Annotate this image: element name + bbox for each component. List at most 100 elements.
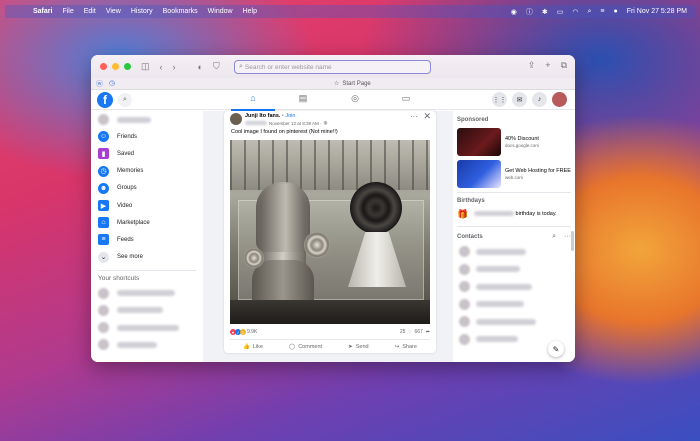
gaming-tab-icon[interactable]: ▭ [398,93,414,107]
battery-icon[interactable]: ▭ [557,8,564,16]
marketplace-tab-icon[interactable]: ▤ [295,93,311,107]
new-tab-icon[interactable]: + [545,60,550,71]
contact-item[interactable] [453,278,575,296]
menu-bookmarks[interactable]: Bookmarks [163,8,198,15]
gift-icon: 🎁 [457,209,469,219]
contact-item[interactable] [453,261,575,279]
ad-item[interactable]: Get Web Hosting for FREE web.com [453,158,575,190]
shield-icon[interactable]: ⛉ [213,61,220,72]
minimize-window-button[interactable] [112,63,119,70]
sidebar-item-memories[interactable]: ◷ Memories [91,163,203,180]
menu-file[interactable]: File [62,8,73,15]
profile-name-blurred [117,116,151,123]
messenger-icon[interactable]: ✉ [512,92,527,107]
reaction-icons[interactable]: ♥ ✓ ☺ [230,329,246,335]
shortcut-item[interactable] [91,302,203,319]
ad-image [457,128,501,156]
shortcut-item[interactable] [91,336,203,353]
shortcut-item[interactable] [91,319,203,336]
post-timestamp[interactable]: November 12 at 8:38 AM · [269,121,322,126]
sidebar-item-see-more[interactable]: ⌄ See more [91,249,203,266]
share-icon[interactable]: ⇪ [528,60,536,71]
sidebar-item-groups[interactable]: ☻ Groups [91,180,203,197]
sidebar-icon[interactable]: ◫ [141,61,150,72]
menu-edit[interactable]: Edit [84,8,96,15]
start-page-tab[interactable]: ☆ Start Page [334,80,371,88]
join-link[interactable]: Join [285,113,295,119]
comment-label: Comment [298,343,323,350]
facebook-logo-icon[interactable]: f [97,92,113,108]
ad-item[interactable]: 40% Discount docs.google.com [453,126,575,158]
clock-icon: ◷ [98,165,109,177]
sidebar-item-video[interactable]: ▶ Video [91,197,203,214]
close-window-button[interactable] [100,63,107,70]
share-arrow-icon: ➦ [425,329,430,335]
share-count[interactable]: 667 [414,329,422,335]
birthday-text-wrap: birthday is today. [474,210,557,218]
shortcut-name-blurred [117,324,179,331]
group-avatar[interactable] [230,113,242,125]
sidebar-item-marketplace[interactable]: ⌂ Marketplace [91,214,203,231]
close-icon[interactable]: ✕ [423,111,431,122]
profile-row[interactable] [91,111,203,128]
post-image[interactable] [230,140,430,324]
haha-icon: ☺ [240,329,246,335]
contact-item[interactable] [453,296,575,314]
search-icon[interactable]: ⌕ [587,8,591,16]
bluetooth-icon[interactable]: ✱ [542,8,548,16]
facebook-search-button[interactable]: ⌕ [118,93,132,107]
zoom-window-button[interactable] [124,63,131,70]
menu-window[interactable]: Window [208,8,233,15]
back-icon[interactable]: ‹ [160,62,163,72]
clock-icon[interactable]: ◷ [109,79,115,89]
post-meta: November 12 at 8:38 AM · ◍ [245,120,327,126]
profile-avatar[interactable] [552,92,567,107]
groups-tab-icon[interactable]: ◎ [347,93,363,107]
like-button[interactable]: 👍 Like [243,344,263,350]
birthday-item[interactable]: 🎁 birthday is today. [453,207,575,224]
contact-avatar-blurred [459,316,470,328]
send-button[interactable]: ➤ Send [348,344,368,350]
forward-icon[interactable]: › [173,62,176,72]
menu-view[interactable]: View [106,8,121,15]
record-icon[interactable]: ◉ [511,8,517,16]
comment-button[interactable]: ◯ Comment [289,344,322,350]
comment-count[interactable]: 25 [400,329,406,335]
contact-avatar-blurred [459,298,470,310]
shortcut-item[interactable] [91,285,203,302]
contact-item[interactable] [453,313,575,331]
scrollbar[interactable] [571,231,574,251]
more-options-icon[interactable]: ··· [410,112,418,121]
contact-name-blurred [476,283,532,290]
privacy-icon[interactable]: ◐ [198,62,203,72]
sidebar-item-saved[interactable]: ▮ Saved [91,145,203,162]
right-sidebar: Sponsored 40% Discount docs.google.com G… [453,111,575,362]
reaction-count[interactable]: 9.9K [247,329,257,335]
wifi-icon[interactable]: ◠ [572,8,578,16]
spiral-ornament [244,248,264,268]
menu-app-name[interactable]: Safari [33,8,52,15]
control-center-icon[interactable]: ≡ [600,8,604,15]
menu-history[interactable]: History [131,8,153,15]
clock-text[interactable]: Fri Nov 27 5:28 PM [627,8,687,15]
search-icon: ⌕ [239,63,243,70]
info-icon[interactable]: ⓘ [526,7,533,17]
sidebar-item-feeds[interactable]: ≡ Feeds [91,231,203,248]
menu-help[interactable]: Help [243,8,257,15]
search-icon[interactable]: ⌕ [552,233,556,241]
menu-grid-icon[interactable]: ⋮⋮ [492,92,507,107]
address-bar[interactable]: ⌕ Search or enter website name [234,60,431,74]
notifications-icon[interactable]: ♪ [532,92,547,107]
mannequin-right-spiral-head [350,182,402,234]
sidebar-item-friends[interactable]: ☺ Friends [91,128,203,145]
contact-item[interactable] [453,243,575,261]
wordpress-icon[interactable]: ⓦ [96,79,103,89]
share-button[interactable]: ↪ Share [395,344,417,350]
home-tab-icon[interactable]: ⌂ [231,93,275,111]
tab-overview-icon[interactable]: ⧉ [561,60,567,71]
more-options-icon[interactable]: ··· [564,233,571,241]
group-name-link[interactable]: Junji Ito fans. [245,113,280,119]
new-message-button[interactable]: ✎ [548,341,564,357]
siri-icon[interactable]: ● [613,8,617,15]
ad-title: 40% Discount [505,135,539,142]
